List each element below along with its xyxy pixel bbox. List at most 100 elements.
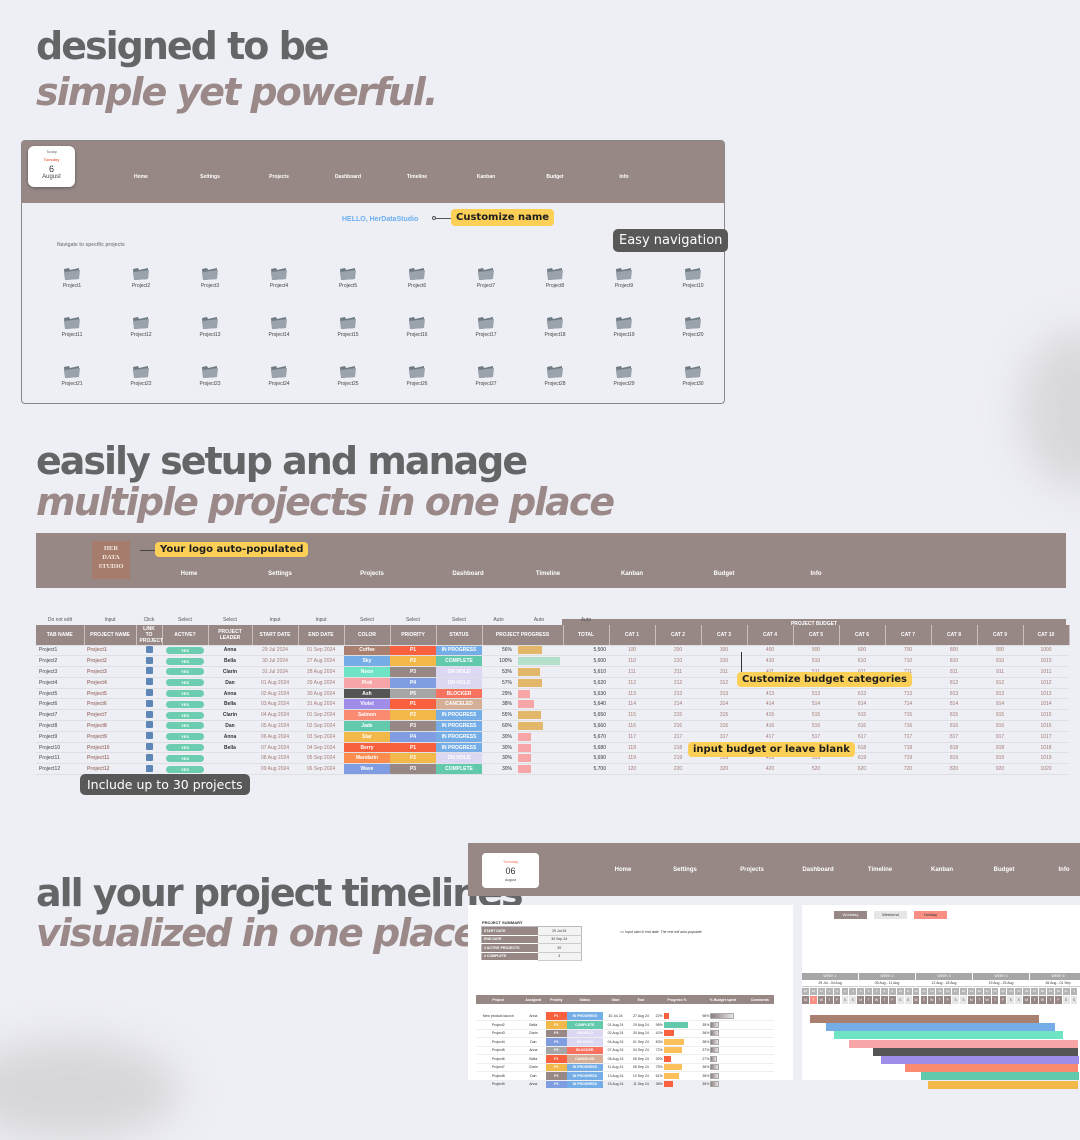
- link-icon[interactable]: [145, 721, 153, 729]
- project-name-input[interactable]: Project8: [84, 720, 136, 732]
- priority-select[interactable]: P3: [390, 666, 436, 678]
- link-icon[interactable]: [145, 764, 153, 772]
- project-name-input[interactable]: Project6: [84, 698, 136, 711]
- budget-cat-input[interactable]: 314: [701, 698, 747, 711]
- end-date[interactable]: 04 Sep 2024: [298, 742, 344, 754]
- link-icon[interactable]: [145, 732, 153, 740]
- budget-cat-input[interactable]: 717: [885, 731, 931, 743]
- budget-cat-input[interactable]: 1000: [1023, 645, 1069, 657]
- project-folder-link[interactable]: Project16: [387, 315, 447, 338]
- link-icon[interactable]: [145, 667, 153, 675]
- budget-cat-input[interactable]: 719: [885, 752, 931, 765]
- project-folder-link[interactable]: Project7: [456, 266, 516, 289]
- priority-select[interactable]: P1: [390, 742, 436, 754]
- project-folder-link[interactable]: Project5: [318, 266, 378, 289]
- nav-item-projects[interactable]: Projects: [740, 867, 764, 873]
- start-date[interactable]: 07 Aug 2024: [252, 742, 298, 754]
- budget-cat-input[interactable]: 1010: [1023, 655, 1069, 668]
- leader-select[interactable]: Clarin: [208, 666, 252, 678]
- color-select[interactable]: Violet: [344, 698, 390, 711]
- active-select[interactable]: YES: [166, 679, 204, 687]
- nav-item-dashboard[interactable]: Dashboard: [452, 571, 483, 577]
- active-select[interactable]: YES: [166, 646, 204, 654]
- gantt-bar[interactable]: [881, 1056, 1079, 1064]
- color-select[interactable]: Star: [344, 731, 390, 743]
- budget-cat-input[interactable]: 213: [655, 688, 701, 700]
- budget-cat-input[interactable]: 1017: [1023, 731, 1069, 743]
- project-folder-link[interactable]: Project10: [663, 266, 723, 289]
- link-icon[interactable]: [145, 689, 153, 697]
- budget-cat-input[interactable]: 610: [839, 655, 885, 668]
- nav-item-budget[interactable]: Budget: [546, 174, 563, 180]
- nav-item-timeline[interactable]: Timeline: [536, 571, 560, 577]
- project-folder-link[interactable]: Project11: [42, 315, 102, 338]
- priority-select[interactable]: P5: [390, 688, 436, 700]
- start-date[interactable]: 01 Aug 2024: [252, 677, 298, 689]
- budget-cat-input[interactable]: 200: [655, 645, 701, 657]
- end-date[interactable]: 27 Aug 2024: [298, 655, 344, 668]
- budget-cat-input[interactable]: 817: [931, 731, 977, 743]
- link-icon[interactable]: [145, 645, 153, 653]
- budget-cat-input[interactable]: 115: [609, 709, 655, 722]
- project-folder-link[interactable]: Project20: [663, 315, 723, 338]
- budget-cat-input[interactable]: 912: [977, 677, 1023, 689]
- priority-select[interactable]: P3: [390, 720, 436, 732]
- budget-cat-input[interactable]: 818: [931, 742, 977, 754]
- nav-item-timeline[interactable]: Timeline: [407, 174, 427, 180]
- nav-item-kanban[interactable]: Kanban: [931, 867, 953, 873]
- budget-cat-input[interactable]: 916: [977, 720, 1023, 732]
- budget-cat-input[interactable]: 210: [655, 655, 701, 668]
- budget-cat-input[interactable]: 620: [839, 763, 885, 776]
- active-select[interactable]: YES: [166, 733, 204, 741]
- budget-cat-input[interactable]: 900: [977, 645, 1023, 657]
- leader-select[interactable]: Anna: [208, 731, 252, 743]
- end-date[interactable]: 01 Sep 2024: [298, 645, 344, 657]
- budget-cat-input[interactable]: 410: [747, 655, 793, 668]
- project-folder-link[interactable]: Project29: [594, 364, 654, 387]
- priority-select[interactable]: P3: [390, 763, 436, 776]
- project-name-input[interactable]: Project12: [84, 763, 136, 776]
- budget-cat-input[interactable]: 1019: [1023, 752, 1069, 765]
- budget-cat-input[interactable]: 917: [977, 731, 1023, 743]
- priority-select[interactable]: P1: [390, 645, 436, 657]
- color-select[interactable]: Jade: [344, 720, 390, 732]
- active-select[interactable]: YES: [166, 657, 204, 665]
- color-select[interactable]: Coffee: [344, 645, 390, 657]
- budget-cat-input[interactable]: 714: [885, 698, 931, 711]
- link-icon[interactable]: [145, 743, 153, 751]
- start-date[interactable]: 02 Aug 2024: [252, 688, 298, 700]
- nav-item-info[interactable]: Info: [1059, 867, 1070, 873]
- budget-cat-input[interactable]: 617: [839, 731, 885, 743]
- active-select[interactable]: YES: [166, 744, 204, 752]
- project-folder-link[interactable]: Project14: [249, 315, 309, 338]
- project-folder-link[interactable]: Project1: [42, 266, 102, 289]
- link-icon[interactable]: [145, 656, 153, 664]
- end-date[interactable]: 29 Aug 2024: [298, 677, 344, 689]
- budget-cat-input[interactable]: 500: [793, 645, 839, 657]
- start-date[interactable]: 31 Jul 2024: [252, 666, 298, 678]
- project-folder-link[interactable]: Project21: [42, 364, 102, 387]
- leader-select[interactable]: Bella: [208, 698, 252, 711]
- nav-item-dashboard[interactable]: Dashboard: [802, 867, 833, 873]
- project-name-input[interactable]: Project7: [84, 709, 136, 722]
- end-date[interactable]: 03 Sep 2024: [298, 731, 344, 743]
- budget-cat-input[interactable]: 718: [885, 742, 931, 754]
- project-folder-link[interactable]: Project28: [525, 364, 585, 387]
- status-select[interactable]: IN PROGRESS: [436, 645, 482, 657]
- budget-cat-input[interactable]: 1011: [1023, 666, 1069, 678]
- priority-select[interactable]: P2: [390, 709, 436, 722]
- priority-select[interactable]: P1: [390, 698, 436, 711]
- gantt-bar[interactable]: [873, 1047, 1079, 1056]
- budget-cat-input[interactable]: 516: [793, 720, 839, 732]
- budget-cat-input[interactable]: 1013: [1023, 688, 1069, 700]
- budget-cat-input[interactable]: 211: [655, 666, 701, 678]
- project-folder-link[interactable]: Project2: [111, 266, 171, 289]
- budget-cat-input[interactable]: 913: [977, 688, 1023, 700]
- leader-select[interactable]: [208, 763, 252, 776]
- project-folder-link[interactable]: Project23: [180, 364, 240, 387]
- leader-select[interactable]: Anna: [208, 688, 252, 700]
- project-folder-link[interactable]: Project19: [594, 315, 654, 338]
- budget-cat-input[interactable]: 812: [931, 677, 977, 689]
- project-folder-link[interactable]: Project25: [318, 364, 378, 387]
- budget-cat-input[interactable]: 417: [747, 731, 793, 743]
